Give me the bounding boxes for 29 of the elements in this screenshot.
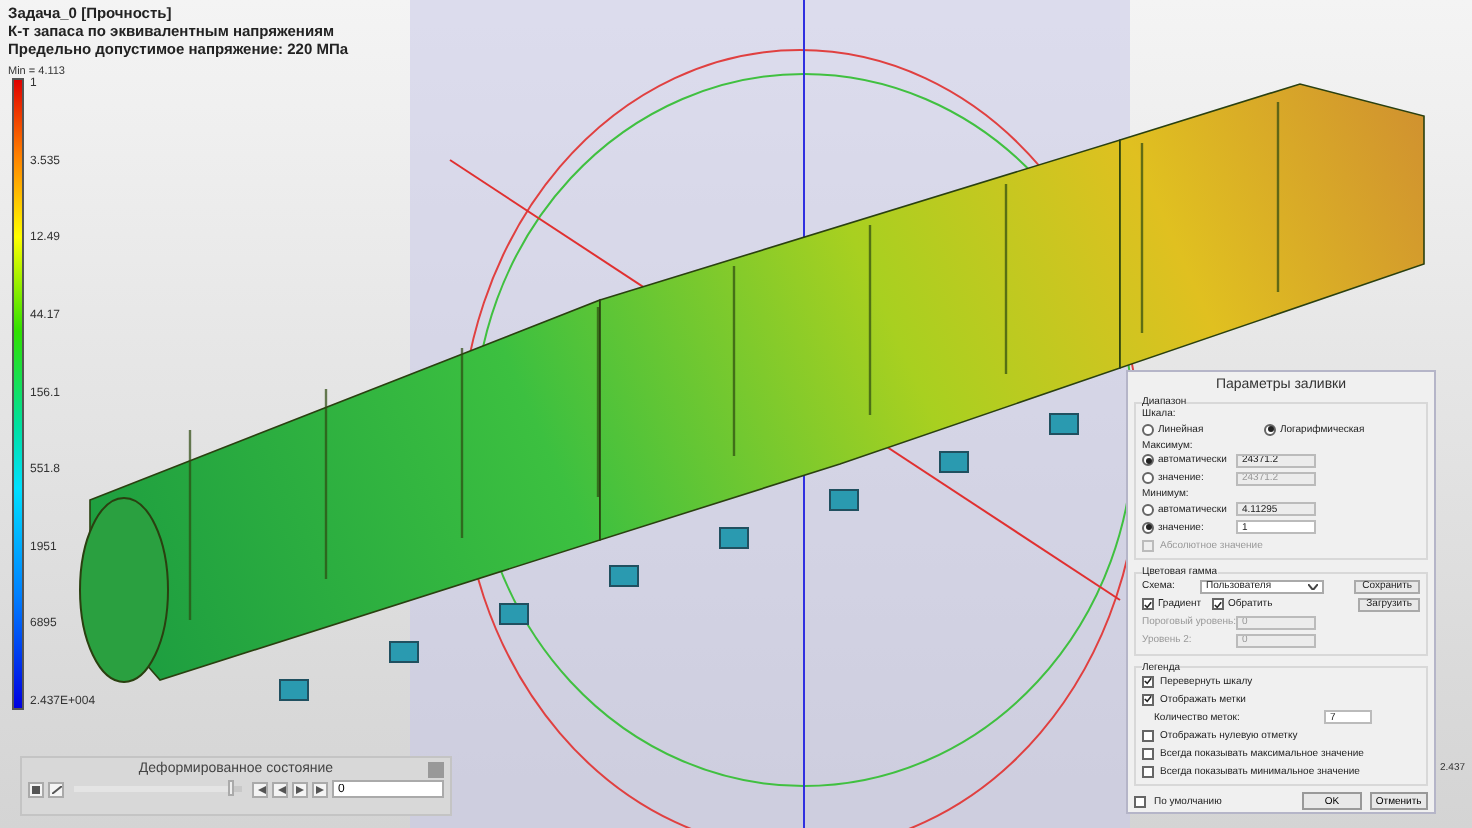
slider-thumb[interactable] [228,780,235,796]
radio-button[interactable] [1142,521,1154,534]
support-block [389,641,419,663]
checkbox[interactable] [1142,729,1154,742]
checkbox[interactable] [1142,675,1154,688]
forward-frame-button[interactable] [292,781,308,797]
last-frame-button[interactable] [312,781,328,797]
checkbox[interactable] [1142,765,1154,778]
stop-button[interactable] [28,781,44,797]
radio-button[interactable] [1142,454,1154,467]
support-block [609,565,639,587]
checkbox[interactable] [1142,693,1154,706]
support-block [1049,413,1079,435]
support-block [719,527,749,549]
support-block [279,679,309,701]
graph-button[interactable] [48,781,64,797]
first-frame-button[interactable] [252,781,268,797]
support-block [499,603,529,625]
checkbox[interactable] [1142,747,1154,760]
checkbox[interactable] [1142,598,1154,611]
radio-button[interactable] [1142,503,1154,516]
checkbox[interactable] [1134,795,1146,807]
radio-button[interactable] [1264,423,1276,436]
radio-button[interactable] [1142,423,1154,436]
caret-icon [1308,583,1318,590]
support-block [829,489,859,511]
back-frame-button[interactable] [272,781,288,797]
checkbox[interactable] [1212,598,1224,611]
support-block [939,451,969,473]
